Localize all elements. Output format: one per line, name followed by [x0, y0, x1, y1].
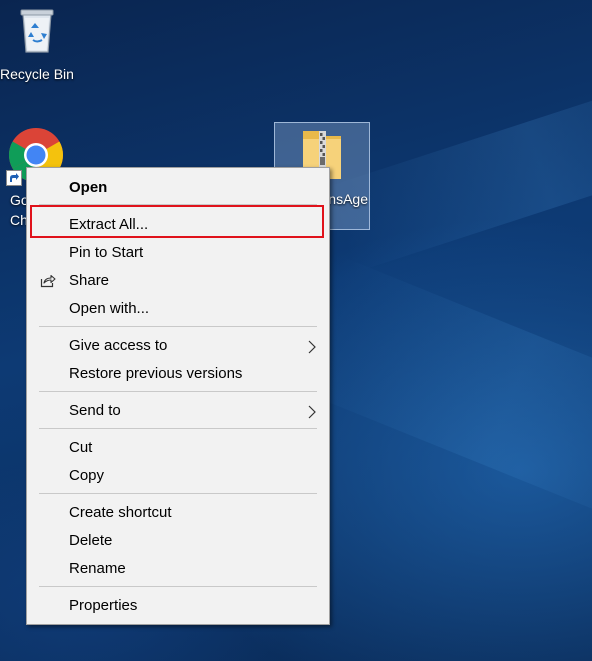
menu-item-label: Rename: [69, 560, 126, 577]
menu-item-label: Delete: [69, 532, 113, 549]
desktop-icon-label: Recycle Bin: [0, 66, 74, 82]
recycle-bin-icon: [20, 9, 54, 53]
menu-item-properties[interactable]: Properties: [27, 592, 329, 620]
menu-item-restore-previous-versions[interactable]: Restore previous versions: [27, 360, 329, 388]
menu-item-label: Restore previous versions: [69, 365, 243, 382]
menu-item-label: Share: [69, 272, 110, 289]
menu-separator: [39, 586, 317, 587]
menu-item-rename[interactable]: Rename: [27, 555, 329, 583]
menu-separator: [39, 326, 317, 327]
chevron-right-icon: [308, 405, 316, 419]
menu-item-label: Open: [69, 179, 108, 196]
menu-item-open-with[interactable]: Open with...: [27, 295, 329, 323]
menu-item-copy[interactable]: Copy: [27, 462, 329, 490]
menu-item-give-access-to[interactable]: Give access to: [27, 332, 329, 360]
context-menu: Open Extract All... Pin to Start Share O…: [26, 167, 330, 625]
wallpaper-light-beam: [289, 256, 592, 544]
menu-item-delete[interactable]: Delete: [27, 527, 329, 555]
menu-item-cut[interactable]: Cut: [27, 434, 329, 462]
menu-separator: [39, 428, 317, 429]
menu-item-label: Copy: [69, 467, 105, 484]
menu-item-label: Open with...: [69, 300, 150, 317]
menu-item-share[interactable]: Share: [27, 267, 329, 295]
share-icon: [40, 274, 56, 288]
highlight-box: [30, 205, 324, 238]
menu-item-label: Give access to: [69, 337, 168, 354]
menu-item-label: Cut: [69, 439, 93, 456]
desktop-icon-recycle-bin[interactable]: Recycle Bin: [0, 0, 80, 86]
menu-separator: [39, 493, 317, 494]
chevron-right-icon: [308, 340, 316, 354]
desktop: Recycle Bin Go Ch nsAge Open Extract All…: [0, 0, 592, 661]
menu-item-pin-to-start[interactable]: Pin to Start: [27, 239, 329, 267]
menu-item-label: Properties: [69, 597, 138, 614]
menu-item-label: Send to: [69, 402, 121, 419]
menu-separator: [39, 391, 317, 392]
menu-item-create-shortcut[interactable]: Create shortcut: [27, 499, 329, 527]
shortcut-arrow-icon: [6, 170, 22, 186]
menu-item-send-to[interactable]: Send to: [27, 397, 329, 425]
menu-item-open[interactable]: Open: [27, 174, 329, 202]
menu-item-label: Pin to Start: [69, 244, 144, 261]
menu-item-label: Create shortcut: [69, 504, 172, 521]
